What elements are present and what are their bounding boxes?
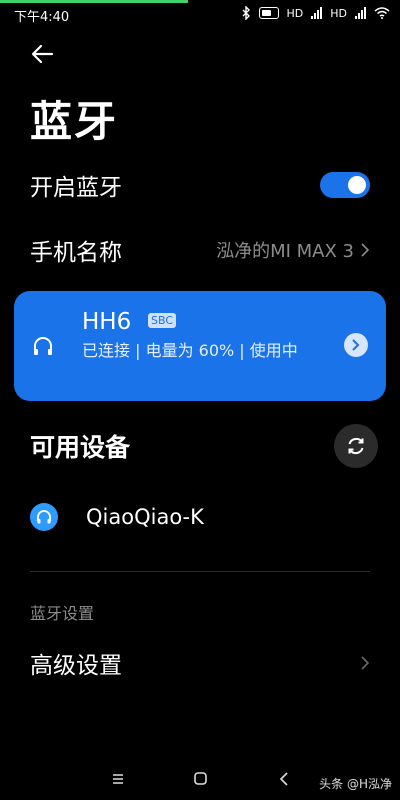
signal-icon <box>355 7 366 19</box>
codec-badge: SBC <box>148 313 177 328</box>
chevron-right-icon <box>361 243 370 257</box>
back-nav-icon <box>279 772 288 786</box>
page-title: 蓝牙 <box>30 97 119 146</box>
page-loading-progress <box>0 0 400 3</box>
back-arrow-icon <box>31 44 54 64</box>
bluetooth-toggle-row[interactable]: 开启蓝牙 <box>30 168 370 202</box>
advanced-settings-row[interactable]: 高级设置 <box>30 646 370 680</box>
watermark: 头条 @H泓净 <box>319 777 392 791</box>
page-loading-progress-fill <box>0 0 188 3</box>
bluetooth-icon <box>242 6 250 20</box>
back-button[interactable] <box>26 40 60 68</box>
advanced-settings-label: 高级设置 <box>30 653 122 679</box>
status-time: 下午4:40 <box>14 10 70 25</box>
bluetooth-toggle-label: 开启蓝牙 <box>30 175 122 201</box>
navigation-bar: 头条 @H泓净 <box>0 760 400 800</box>
refresh-button[interactable] <box>334 424 378 468</box>
toggle-knob <box>348 176 366 194</box>
device-name-row[interactable]: 手机名称 泓净的MI MAX 3 <box>30 233 370 267</box>
home-nav-button[interactable] <box>188 768 212 790</box>
headphones-icon <box>37 510 51 524</box>
available-device-name: QiaoQiao-K <box>86 505 204 529</box>
refresh-icon <box>348 438 364 454</box>
connected-device-status: 已连接 | 电量为 60% | 使用中 <box>82 341 298 360</box>
bluetooth-toggle-switch[interactable] <box>320 172 370 198</box>
bluetooth-settings-section-title: 蓝牙设置 <box>30 604 95 623</box>
device-name-value-wrap: 泓净的MI MAX 3 <box>216 237 370 263</box>
available-device-item[interactable]: QiaoQiao-K <box>30 500 370 534</box>
chevron-right-icon <box>352 339 360 351</box>
wifi-icon <box>374 7 390 19</box>
status-bar: 下午4:40 HD HD <box>0 4 400 25</box>
device-type-icon-wrap <box>30 503 58 531</box>
back-nav-button[interactable] <box>272 768 296 790</box>
status-icons: HD HD <box>241 6 391 20</box>
device-name-label: 手机名称 <box>30 240 122 266</box>
signal-1-label: HD <box>286 6 304 20</box>
menu-nav-button[interactable] <box>106 768 130 790</box>
signal-2-label: HD <box>330 6 347 20</box>
chevron-right-icon <box>361 656 370 670</box>
device-name-value: 泓净的MI MAX 3 <box>216 241 354 262</box>
headphones-icon <box>34 337 52 355</box>
available-devices-title: 可用设备 <box>30 433 131 462</box>
menu-icon <box>113 774 123 784</box>
battery-icon <box>258 7 279 19</box>
connected-device-name: HH6 <box>82 309 132 335</box>
divider <box>30 571 370 572</box>
device-details-button[interactable] <box>344 333 368 357</box>
signal-icon <box>311 7 323 19</box>
connected-device-card[interactable]: HH6 SBC 已连接 | 电量为 60% | 使用中 <box>14 291 386 401</box>
home-icon <box>194 772 207 785</box>
